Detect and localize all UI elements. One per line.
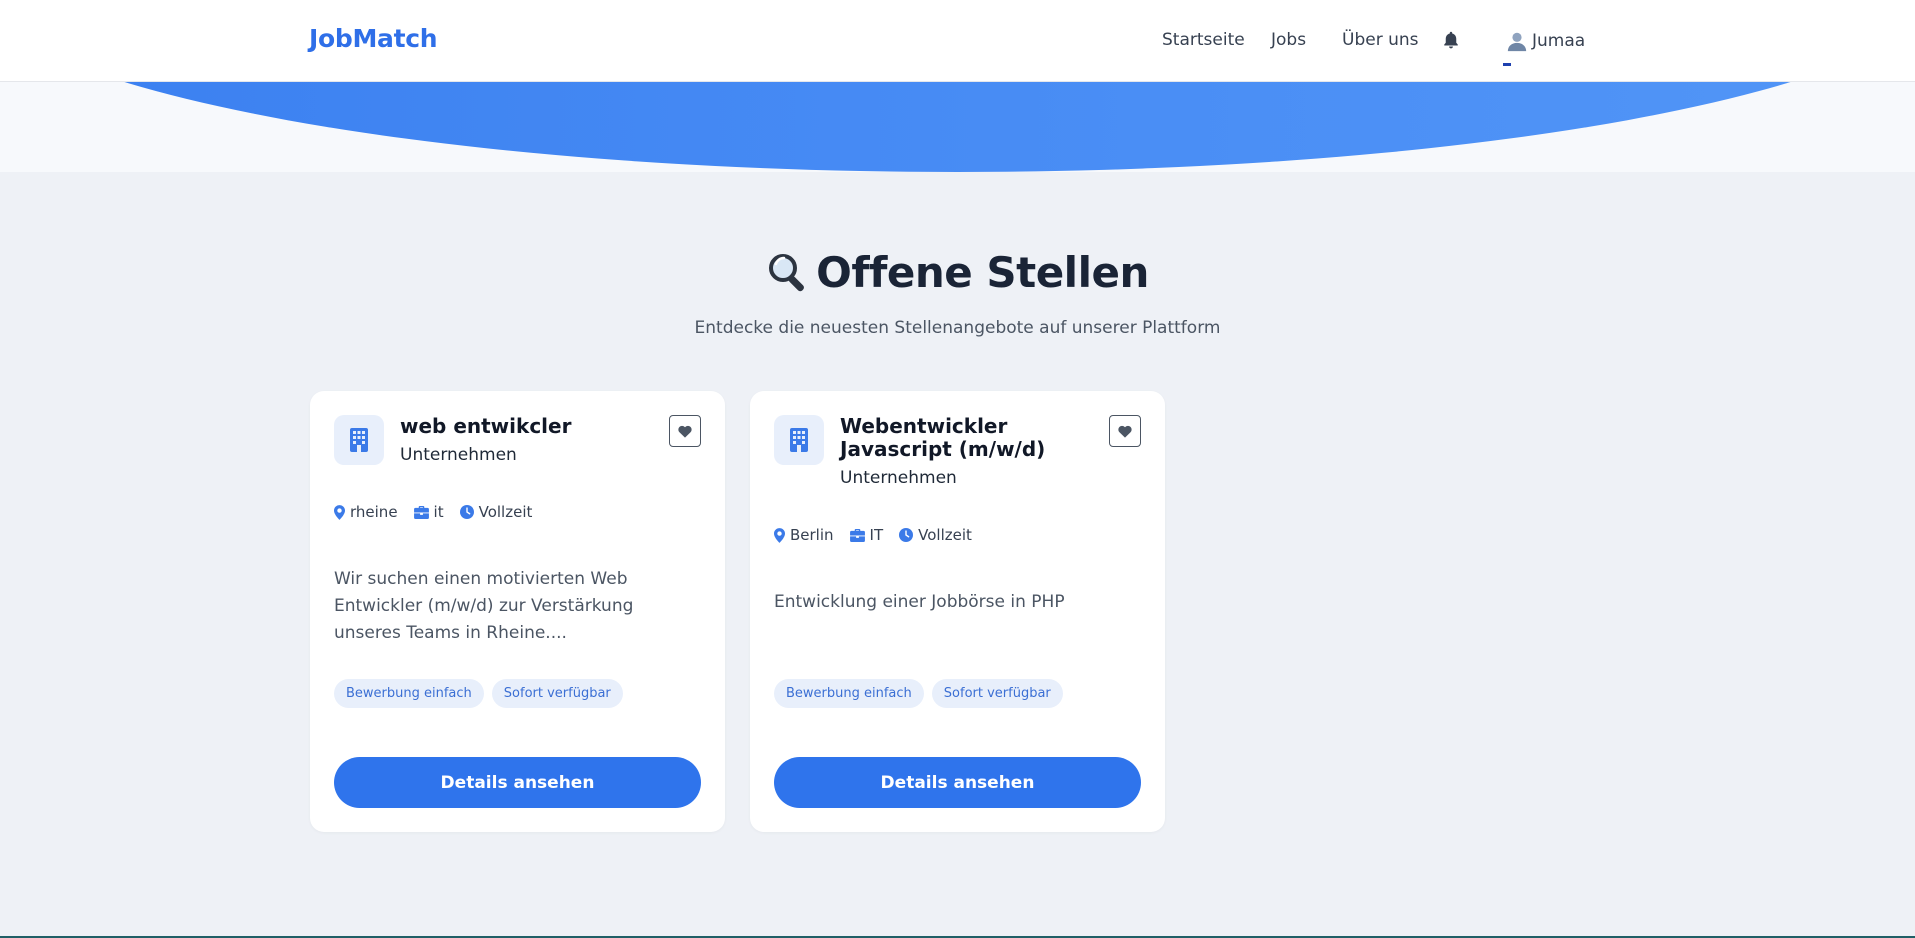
page-title: Offene Stellen [816,248,1149,297]
heart-icon [678,425,692,438]
favorite-button[interactable] [669,415,701,447]
job-tags: Bewerbung einfach Sofort verfügbar [334,679,623,708]
meta-location: Berlin [774,526,834,544]
job-card: Webentwickler Javascript (m/w/d) Unterne… [750,391,1165,832]
company-logo [774,415,824,465]
location-pin-icon [774,527,785,543]
clock-icon [459,505,474,519]
job-description: Entwicklung einer Jobbörse in PHP [774,592,1065,612]
meta-category: it [413,503,444,521]
tag-sofort-verfuegbar: Sofort verfügbar [491,679,623,708]
job-title[interactable]: Webentwickler Javascript (m/w/d) [840,415,1100,461]
heart-icon [1118,425,1132,438]
briefcase-icon [413,505,429,519]
meta-type: Vollzeit [899,526,972,544]
job-meta: Berlin IT Vollzeit [774,526,972,544]
job-description: Wir suchen einen motivierten Web Entwick… [334,569,634,643]
user-active-indicator [1503,63,1511,66]
tag-bewerbung-einfach: Bewerbung einfach [774,679,924,708]
company-name: Unternehmen [400,445,517,465]
top-navbar: JobMatch Startseite Jobs Über uns Jumaa [0,0,1915,82]
briefcase-icon [849,528,865,542]
clock-icon [899,528,914,542]
details-button[interactable]: Details ansehen [774,757,1141,808]
user-icon [1507,32,1527,52]
meta-category: IT [849,526,884,544]
nav-link-startseite[interactable]: Startseite [1162,30,1245,50]
location-text: Berlin [790,526,834,544]
hero-wave [0,82,1915,172]
bell-icon[interactable] [1442,30,1460,50]
nav-link-jobs[interactable]: Jobs [1271,30,1306,50]
nav-link-ueber-uns[interactable]: Über uns [1342,30,1419,50]
search-icon [769,253,805,291]
job-meta: rheine it Vollzeit [334,503,532,521]
company-name: Unternehmen [840,468,957,488]
meta-location: rheine [334,503,398,521]
section-heading: Offene Stellen [0,248,1915,297]
location-pin-icon [334,504,345,520]
job-title[interactable]: web entwikcler [400,415,660,438]
brand-logo[interactable]: JobMatch [309,24,438,53]
company-logo [334,415,384,465]
meta-type: Vollzeit [459,503,533,521]
user-menu[interactable]: Jumaa [1506,28,1585,54]
favorite-button[interactable] [1109,415,1141,447]
details-button[interactable]: Details ansehen [334,757,701,808]
job-card: web entwikcler Unternehmen rheine it Vol… [310,391,725,832]
building-icon [790,428,808,452]
building-icon [350,428,368,452]
category-text: IT [869,526,884,544]
tag-bewerbung-einfach: Bewerbung einfach [334,679,484,708]
job-tags: Bewerbung einfach Sofort verfügbar [774,679,1063,708]
page-subtitle: Entdecke die neuesten Stellenangebote au… [694,318,1221,338]
user-name: Jumaa [1532,31,1586,51]
tag-sofort-verfuegbar: Sofort verfügbar [931,679,1063,708]
category-text: it [433,503,444,521]
hero-banner [0,82,1915,172]
type-text: Vollzeit [918,526,972,544]
location-text: rheine [350,503,398,521]
type-text: Vollzeit [478,503,533,521]
